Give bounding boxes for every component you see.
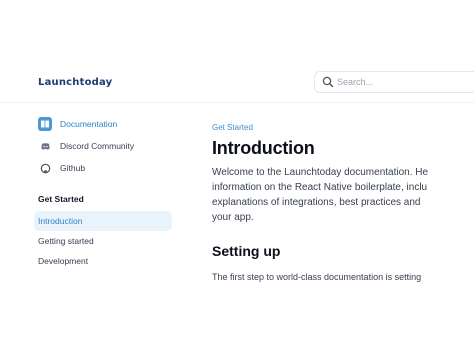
sidebar-link-label: Documentation — [60, 119, 118, 129]
search-icon — [322, 76, 334, 88]
sidebar-item-getting-started[interactable]: Getting started — [34, 231, 172, 251]
intro-line: information on the React Native boilerpl… — [212, 182, 428, 193]
sidebar-link-documentation[interactable]: Documentation — [38, 116, 117, 132]
breadcrumb[interactable]: Get Started — [212, 123, 253, 132]
sidebar-link-github[interactable]: Github — [38, 160, 85, 176]
logo[interactable]: Launchtoday — [38, 77, 112, 88]
top-bar: Launchtoday — [0, 64, 474, 103]
sidebar-item-development[interactable]: Development — [34, 251, 172, 271]
section-paragraph: The first step to world-class documentat… — [212, 272, 422, 282]
search-box[interactable] — [314, 71, 474, 93]
sidebar: Documentation Discord Community Github G… — [0, 102, 190, 355]
intro-line: Welcome to the Launchtoday documentation… — [212, 167, 429, 178]
sidebar-link-label: Github — [60, 163, 86, 173]
intro-line: your app. — [212, 212, 254, 223]
book-icon — [38, 117, 52, 131]
page-title: Introduction — [212, 138, 315, 158]
main-content: Get Started Introduction Welcome to the … — [212, 102, 474, 355]
sidebar-section-title: Get Started — [38, 194, 84, 204]
sidebar-item-introduction[interactable]: Introduction — [34, 211, 172, 231]
intro-line: explanations of integrations, best pract… — [212, 197, 421, 208]
sidebar-link-discord[interactable]: Discord Community — [38, 138, 134, 154]
search-input[interactable] — [337, 75, 474, 89]
sidebar-link-label: Discord Community — [60, 141, 135, 151]
intro-paragraph: Welcome to the Launchtoday documentation… — [212, 165, 474, 225]
github-icon — [38, 161, 52, 175]
section-heading: Setting up — [212, 243, 281, 259]
discord-icon — [38, 139, 52, 153]
